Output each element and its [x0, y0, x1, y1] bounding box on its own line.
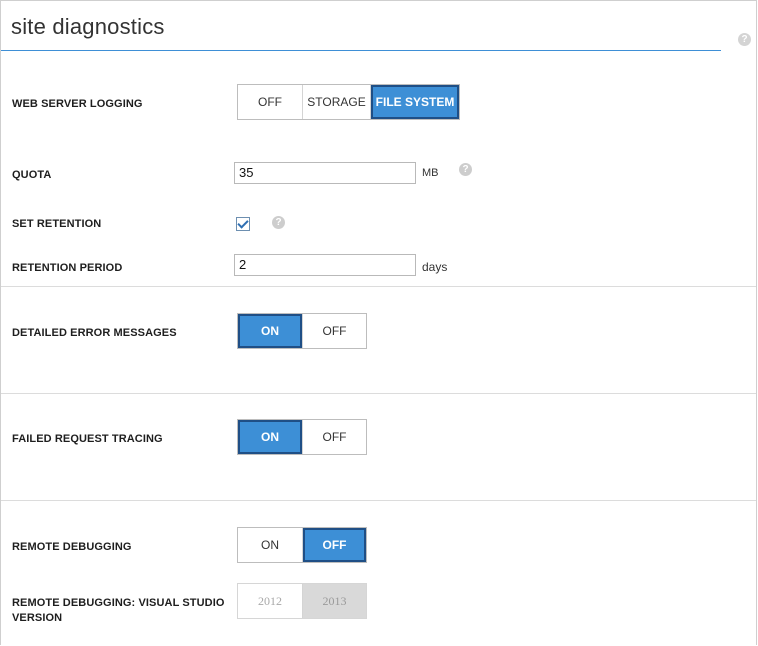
- section-divider: [1, 286, 756, 287]
- failed-request-tracing-on-option[interactable]: ON: [238, 420, 303, 454]
- web-server-logging-storage-option[interactable]: STORAGE: [303, 85, 371, 119]
- help-icon[interactable]: ?: [738, 33, 751, 46]
- retention-period-label: RETENTION PERIOD: [12, 262, 123, 274]
- set-retention-help-icon[interactable]: ?: [272, 216, 285, 229]
- page-title: site diagnostics: [11, 14, 165, 39]
- web-server-logging-label: WEB SERVER LOGGING: [12, 98, 143, 110]
- section-divider: [1, 393, 756, 394]
- web-server-logging-off-option[interactable]: OFF: [238, 85, 303, 119]
- web-server-logging-file-system-option[interactable]: FILE SYSTEM: [371, 85, 459, 119]
- remote-debugging-label: REMOTE DEBUGGING: [12, 541, 132, 553]
- section-divider: [1, 500, 756, 501]
- failed-request-tracing-label: FAILED REQUEST TRACING: [12, 433, 163, 445]
- title-underline: [1, 50, 721, 51]
- remote-debugging-off-option[interactable]: OFF: [303, 528, 366, 562]
- retention-period-input[interactable]: 2: [234, 254, 416, 276]
- quota-help-icon[interactable]: ?: [459, 163, 472, 176]
- vs-version-2013-option: 2013: [303, 584, 366, 618]
- detailed-error-messages-on-option[interactable]: ON: [238, 314, 303, 348]
- set-retention-checkbox[interactable]: [236, 217, 250, 231]
- quota-unit: MB: [422, 167, 439, 179]
- detailed-error-messages-off-option[interactable]: OFF: [303, 314, 366, 348]
- quota-label: QUOTA: [12, 169, 52, 181]
- remote-debugging-vs-version-label-line2: VERSION: [12, 612, 63, 624]
- retention-period-unit: days: [422, 260, 448, 274]
- remote-debugging-vs-version-toggle: 2012 2013: [237, 583, 367, 619]
- remote-debugging-toggle: ON OFF: [237, 527, 367, 563]
- remote-debugging-vs-version-label: REMOTE DEBUGGING: VISUAL STUDIO: [12, 597, 225, 609]
- quota-input[interactable]: 35: [234, 162, 416, 184]
- failed-request-tracing-toggle: ON OFF: [237, 419, 367, 455]
- vs-version-2012-option: 2012: [238, 584, 303, 618]
- detailed-error-messages-toggle: ON OFF: [237, 313, 367, 349]
- set-retention-label: SET RETENTION: [12, 218, 102, 230]
- detailed-error-messages-label: DETAILED ERROR MESSAGES: [12, 327, 177, 339]
- web-server-logging-toggle: OFF STORAGE FILE SYSTEM: [237, 84, 460, 120]
- remote-debugging-on-option[interactable]: ON: [238, 528, 303, 562]
- failed-request-tracing-off-option[interactable]: OFF: [303, 420, 366, 454]
